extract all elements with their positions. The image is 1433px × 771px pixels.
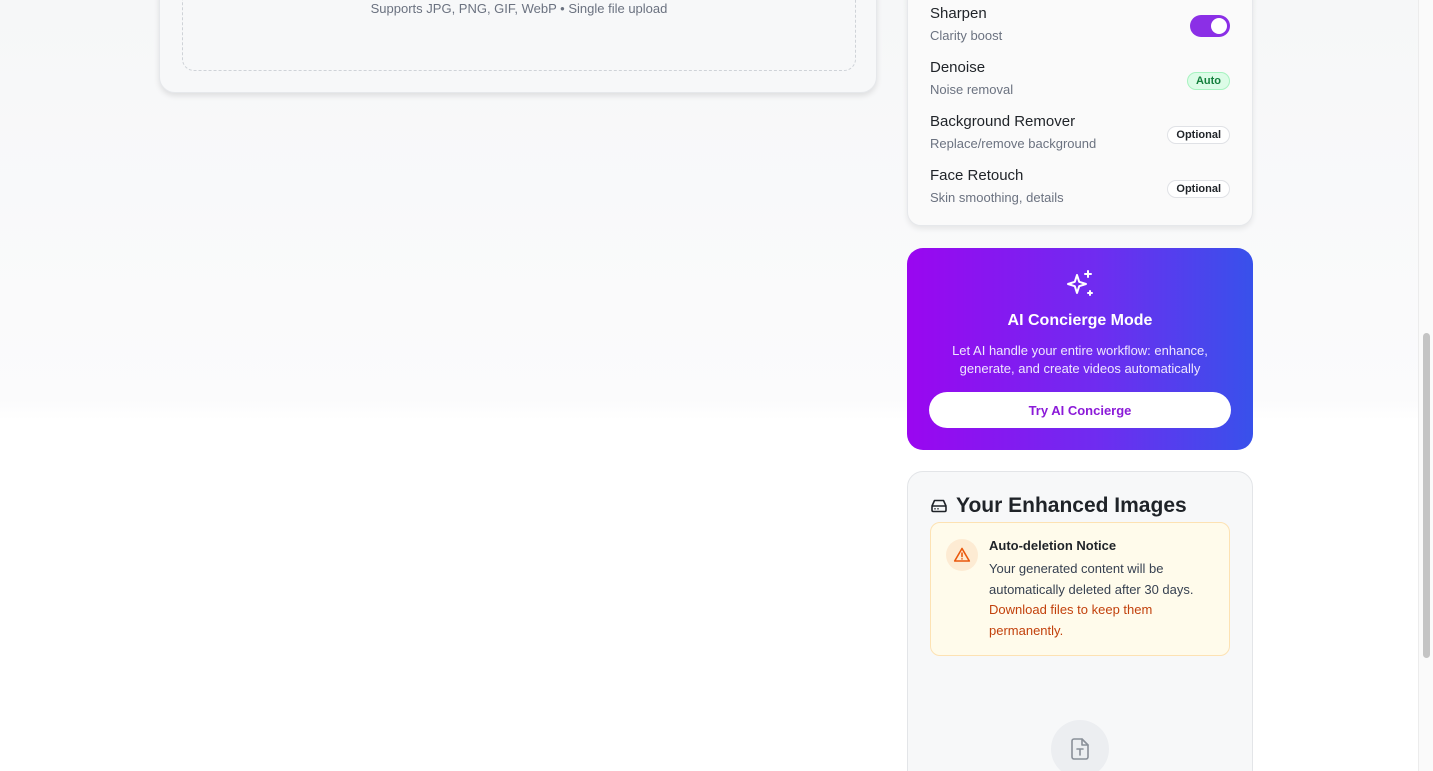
tool-name: Background Remover [930,113,1076,130]
gallery-title: Your Enhanced Images [956,494,1187,517]
toggle-knob [1211,18,1227,34]
tool-name: Sharpen [930,5,987,22]
tool-row-face-retouch: Face Retouch Skin smoothing, details Opt… [930,167,1230,211]
warning-triangle-icon [953,547,971,562]
tool-name: Denoise [930,59,986,76]
enhancement-tools-card: Sharpen Clarity boost Denoise Noise remo… [907,0,1253,226]
upload-dropzone[interactable]: Supports JPG, PNG, GIF, WebP • Single fi… [182,0,856,71]
concierge-description: Let AI handle your entire workflow: enha… [952,343,1208,376]
try-ai-concierge-button[interactable]: Try AI Concierge [929,392,1231,428]
enhanced-images-card: Your Enhanced Images Auto-deletion Notic… [907,471,1253,771]
tool-row-denoise: Denoise Noise removal Auto [930,59,1230,103]
upload-card: Supports JPG, PNG, GIF, WebP • Single fi… [159,0,877,93]
auto-badge: Auto [1186,72,1230,90]
ai-concierge-card: AI Concierge Mode Let AI handle your ent… [907,248,1253,450]
upload-hint: Supports JPG, PNG, GIF, WebP • Single fi… [370,1,668,16]
tool-row-background-remover: Background Remover Replace/remove backgr… [930,113,1230,157]
file-text-icon [1071,738,1089,760]
tool-desc: Clarity boost [930,28,1003,43]
empty-state-icon-container [1051,720,1109,771]
tool-desc: Skin smoothing, details [930,190,1064,205]
notice-title: Auto-deletion Notice [989,538,1117,553]
download-reminder-link: Download files to keep them permanently. [989,602,1153,638]
tool-row-sharpen: Sharpen Clarity boost [930,5,1230,49]
optional-badge: Optional [1167,126,1230,144]
auto-deletion-notice: Auto-deletion Notice Your generated cont… [930,522,1230,656]
sharpen-toggle[interactable] [1190,15,1230,37]
tool-desc: Noise removal [930,82,1014,97]
sparkles-icon [1067,270,1093,296]
vertical-scrollbar[interactable] [1418,0,1433,771]
tool-desc: Replace/remove background [930,136,1097,151]
gallery-header: Your Enhanced Images [930,492,1187,520]
optional-badge: Optional [1167,180,1230,198]
notice-icon-container [946,539,978,571]
scrollbar-thumb[interactable] [1423,333,1430,658]
notice-body: Your generated content will be automatic… [989,559,1207,641]
notice-text: Your generated content will be automatic… [989,561,1194,597]
hard-drive-icon [931,499,947,513]
concierge-title: AI Concierge Mode [1007,312,1153,329]
tool-name: Face Retouch [930,167,1024,184]
